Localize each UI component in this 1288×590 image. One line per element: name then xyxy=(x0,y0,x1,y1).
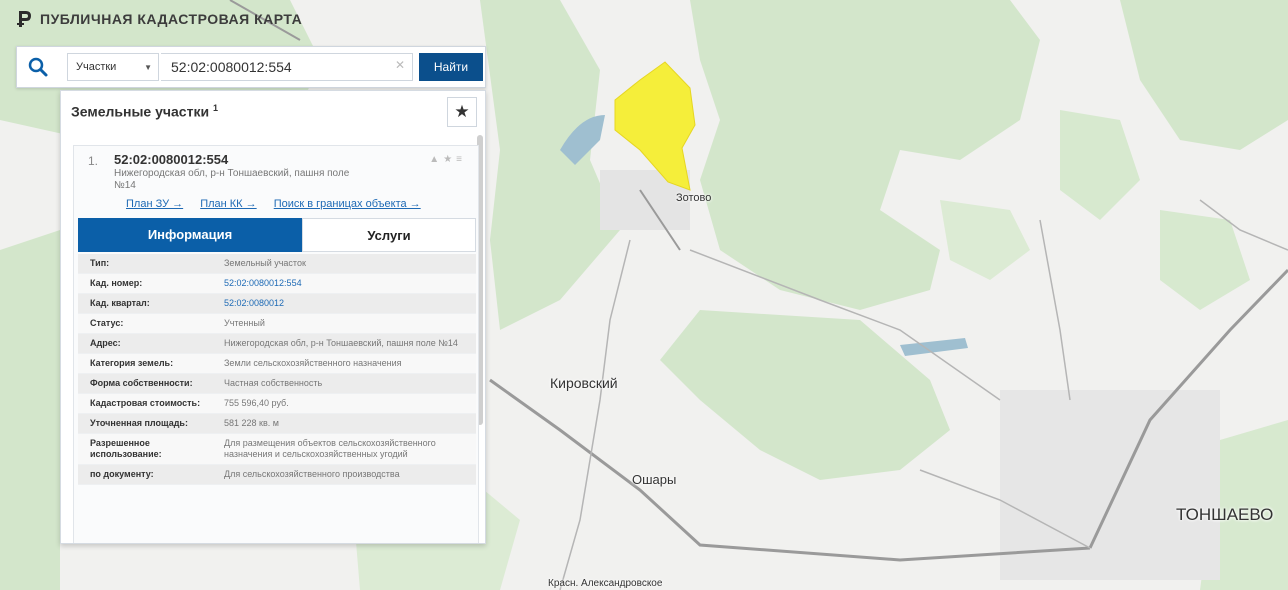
info-table: Тип: Земельный участок Кад. номер: 52:02… xyxy=(78,254,476,485)
result-tool-icons[interactable]: ▲★≡ xyxy=(429,154,466,165)
results-panel: Земельные участки 1 ★ 1. 52:02:0080012:5… xyxy=(60,90,486,544)
row-value-link[interactable]: 52:02:0080012:554 xyxy=(218,274,476,293)
row-value: Учтенный xyxy=(224,318,265,328)
result-links: План ЗУ → План КК → Поиск в границах объ… xyxy=(126,198,435,210)
search-bar: Участки ▼ ✕ Найти xyxy=(16,46,486,88)
star-icon: ★ xyxy=(454,102,470,121)
row-key: Тип: xyxy=(90,258,110,268)
panel-heading-text: Земельные участки xyxy=(71,103,210,120)
object-type-select[interactable]: Участки ▼ xyxy=(67,53,159,81)
map-label-kirovsky: Кировский xyxy=(550,375,618,391)
row-value: Нижегородская обл, р-н Тоншаевский, пашн… xyxy=(224,338,458,348)
table-row: Категория земель: Земли сельскохозяйстве… xyxy=(78,354,476,374)
link-plan-kk[interactable]: План КК → xyxy=(200,198,256,210)
row-key: Кад. квартал: xyxy=(90,298,150,308)
menu-icon[interactable]: ≡ xyxy=(456,154,466,165)
row-value: Земельный участок xyxy=(224,258,306,268)
table-row: Уточненная площадь: 581 228 кв. м xyxy=(78,414,476,434)
table-row: по документу: Для сельскохозяйственного … xyxy=(78,465,476,485)
table-row: Адрес: Нижегородская обл, р-н Тоншаевски… xyxy=(78,334,476,354)
map-label-oshary: Ошары xyxy=(632,472,677,487)
map-label-tonshaevo: ТОНШАЕВО xyxy=(1176,505,1274,524)
row-value: Земли сельскохозяйственного назначения xyxy=(224,358,402,368)
search-icon[interactable] xyxy=(27,56,49,78)
table-row: Тип: Земельный участок xyxy=(78,254,476,274)
favorite-star-button[interactable]: ★ xyxy=(447,97,477,127)
link-search-in-bounds[interactable]: Поиск в границах объекта → xyxy=(274,198,421,210)
panel-heading: Земельные участки 1 xyxy=(71,103,218,120)
result-address-line1: Нижегородская обл, р-н Тоншаевский, пашн… xyxy=(114,168,350,179)
result-number: 1. xyxy=(88,154,99,168)
find-button[interactable]: Найти xyxy=(419,53,483,81)
table-row: Кадастровая стоимость: 755 596,40 руб. xyxy=(78,394,476,414)
object-type-select-value: Участки xyxy=(76,61,117,73)
table-row: Кад. номер: 52:02:0080012:554 xyxy=(78,274,476,294)
warning-icon[interactable]: ▲ xyxy=(429,154,443,165)
row-key: по документу: xyxy=(90,469,154,479)
cadastre-logo-icon xyxy=(17,11,31,27)
result-item: 1. 52:02:0080012:554 Нижегородская обл, … xyxy=(73,145,479,543)
result-address: Нижегородская обл, р-н Тоншаевский, пашн… xyxy=(114,168,414,192)
row-value: Для размещения объектов сельскохозяйстве… xyxy=(224,438,436,459)
map-label-krasn: Красн. Александровское xyxy=(548,578,663,589)
search-input[interactable] xyxy=(161,53,413,81)
panel-heading-count: 1 xyxy=(212,103,218,113)
app-title-text: ПУБЛИЧНАЯ КАДАСТРОВАЯ КАРТА xyxy=(40,11,303,27)
map-label-zotovo: Зотово xyxy=(676,192,712,204)
row-key: Форма собственности: xyxy=(90,378,193,388)
row-value: Для сельскохозяйственного производства xyxy=(224,469,400,479)
row-key: Кад. номер: xyxy=(90,278,143,288)
forest-area xyxy=(0,230,60,590)
row-value: 755 596,40 руб. xyxy=(224,398,289,408)
table-row: Кад. квартал: 52:02:0080012 xyxy=(78,294,476,314)
star-small-icon[interactable]: ★ xyxy=(443,154,456,165)
tab-information[interactable]: Информация xyxy=(78,218,302,252)
chevron-down-icon: ▼ xyxy=(144,63,152,72)
table-row: Разрешенное использование: Для размещени… xyxy=(78,434,476,465)
result-cadastral-number[interactable]: 52:02:0080012:554 xyxy=(114,152,228,167)
app-title: ПУБЛИЧНАЯ КАДАСТРОВАЯ КАРТА xyxy=(16,10,302,28)
row-key: Разрешенное использование: xyxy=(90,438,162,459)
clear-icon[interactable]: ✕ xyxy=(395,58,405,72)
row-value: Частная собственность xyxy=(224,378,323,388)
row-value: 581 228 кв. м xyxy=(224,418,279,428)
link-plan-zu[interactable]: План ЗУ → xyxy=(126,198,183,210)
tab-services[interactable]: Услуги xyxy=(302,218,476,252)
result-address-line2: №14 xyxy=(114,180,136,191)
row-key: Кадастровая стоимость: xyxy=(90,398,201,408)
row-key: Адрес: xyxy=(90,338,121,348)
row-key: Статус: xyxy=(90,318,124,328)
row-key: Уточненная площадь: xyxy=(90,418,188,428)
table-row: Форма собственности: Частная собственнос… xyxy=(78,374,476,394)
row-value-link[interactable]: 52:02:0080012 xyxy=(218,294,476,313)
row-key: Категория земель: xyxy=(90,358,174,368)
table-row: Статус: Учтенный xyxy=(78,314,476,334)
tab-bar: Информация Услуги xyxy=(78,218,476,252)
